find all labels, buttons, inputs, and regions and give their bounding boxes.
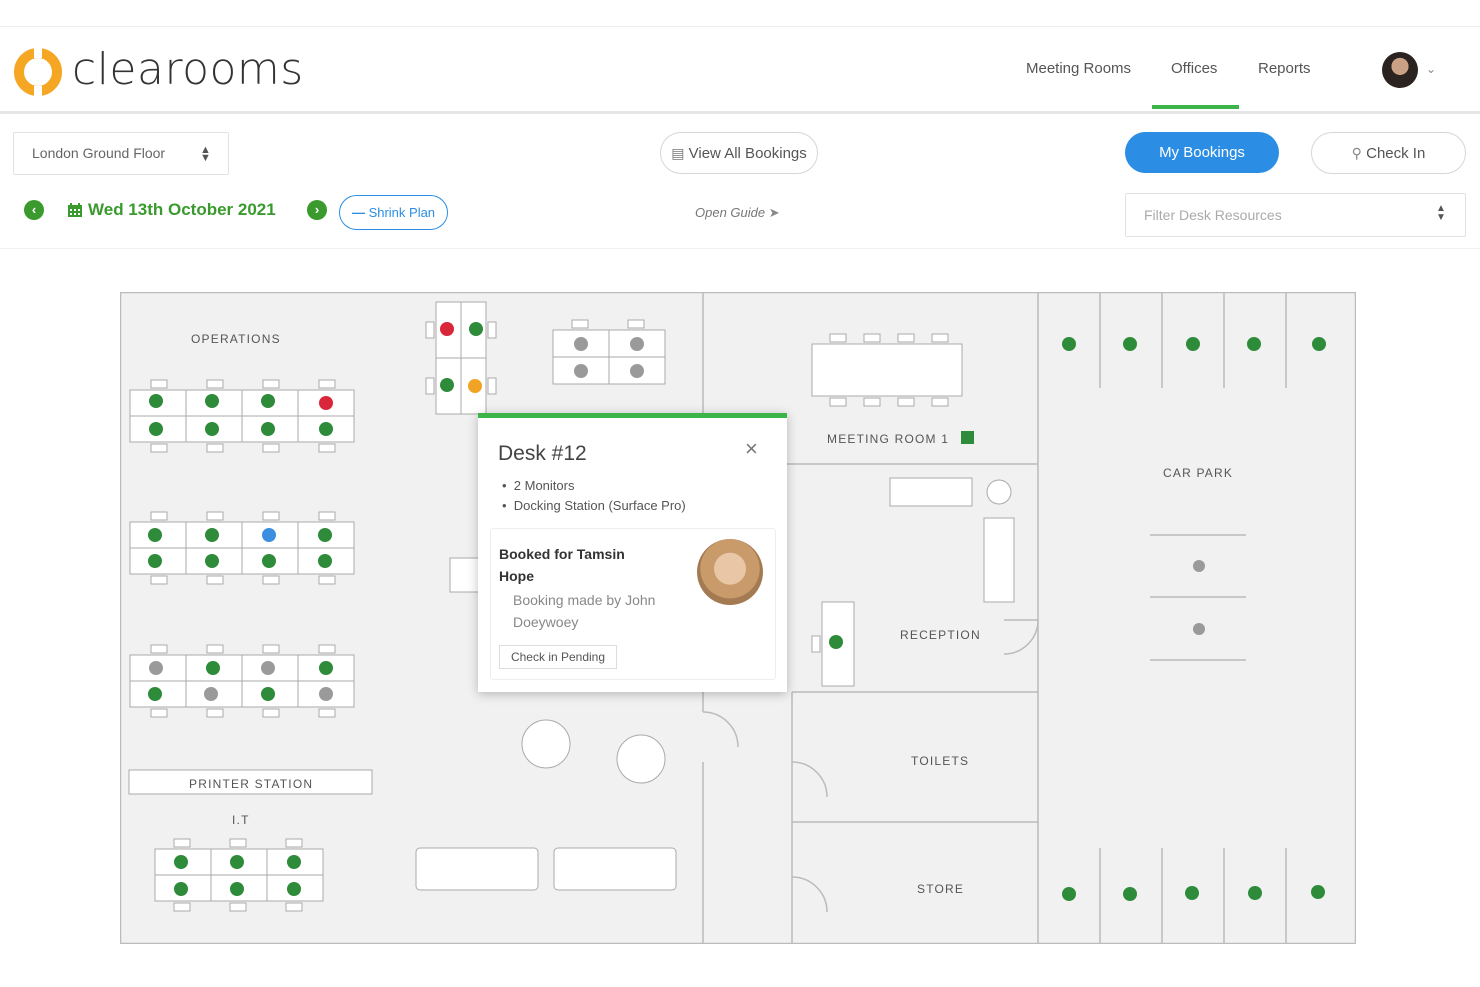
check-in-button[interactable]: ⚲ Check In — [1311, 132, 1466, 174]
header-border — [0, 111, 1480, 114]
close-icon[interactable]: × — [745, 436, 758, 462]
chevron-down-icon[interactable]: ⌄ — [1426, 62, 1436, 76]
filter-placeholder: Filter Desk Resources — [1144, 207, 1282, 223]
select-sort-icon: ▲ ▼ — [1436, 203, 1446, 223]
my-bookings-button[interactable]: My Bookings — [1125, 132, 1279, 173]
label-meeting-room[interactable]: MEETING ROOM 1 — [827, 432, 949, 446]
shrink-plan-label: Shrink Plan — [368, 205, 436, 220]
minus-icon: — — [351, 205, 365, 220]
user-avatar[interactable] — [1382, 52, 1418, 88]
label-operations: OPERATIONS — [191, 332, 281, 346]
popup-title: Desk #12 — [498, 442, 587, 465]
select-sort-icon-down: ▼ — [200, 152, 211, 164]
check-in-pending-badge[interactable]: Check in Pending — [499, 645, 617, 669]
next-day-arrow-icon[interactable]: › — [307, 200, 327, 220]
booked-for: Booked for Tamsin Hope — [499, 546, 625, 584]
shrink-plan-button[interactable]: — Shrink Plan — [339, 195, 448, 230]
label-car-park: CAR PARK — [1163, 466, 1233, 480]
label-store: STORE — [917, 882, 964, 896]
feature-docking: Docking Station (Surface Pro) — [513, 498, 686, 513]
location-pin-icon: ⚲ — [1351, 145, 1362, 161]
booking-card: Booked for Tamsin Hope Booking made by J… — [490, 528, 776, 680]
nav-offices[interactable]: Offices — [1171, 60, 1217, 77]
feature-monitors: 2 Monitors — [513, 478, 575, 493]
filter-desk-resources-select[interactable]: Filter Desk Resources ▲ ▼ — [1125, 193, 1466, 237]
clipboard-icon: ▤ — [671, 145, 685, 161]
label-it: I.T — [232, 813, 250, 827]
location-select-value: London Ground Floor — [32, 145, 166, 161]
top-divider — [0, 26, 1480, 27]
nav-active-indicator — [1152, 105, 1239, 109]
nav-meeting-rooms[interactable]: Meeting Rooms — [1026, 60, 1131, 77]
check-in-label: Check In — [1366, 145, 1426, 162]
open-guide-link[interactable]: Open Guide ➤ — [695, 205, 780, 221]
view-all-bookings-label: View All Bookings — [688, 145, 807, 162]
circle-arrow-icon: ➤ — [768, 205, 780, 220]
calendar-icon — [68, 203, 82, 217]
location-select[interactable]: London Ground Floor ▲ ▼ — [13, 132, 229, 175]
toolbar-divider — [0, 248, 1480, 249]
previous-day-arrow-icon[interactable]: ‹ — [24, 200, 44, 220]
label-reception: RECEPTION — [900, 628, 981, 642]
label-printer-station: PRINTER STATION — [189, 777, 313, 791]
feature-item: • Docking Station (Surface Pro) — [502, 498, 686, 513]
brand-name[interactable]: clearooms — [72, 44, 304, 95]
view-all-bookings-button[interactable]: ▤ View All Bookings — [660, 132, 818, 174]
open-guide-label: Open Guide — [695, 205, 766, 220]
label-toilets: TOILETS — [911, 754, 969, 768]
desk-popup: Desk #12 × • 2 Monitors • Docking Statio… — [478, 413, 787, 692]
clearooms-logo-icon — [14, 48, 62, 96]
booking-made-by: Booking made by John Doeywoey — [513, 592, 656, 630]
booker-avatar — [697, 539, 763, 605]
nav-reports[interactable]: Reports — [1258, 60, 1311, 77]
feature-item: • 2 Monitors — [502, 478, 575, 493]
current-date[interactable]: Wed 13th October 2021 — [88, 200, 276, 220]
